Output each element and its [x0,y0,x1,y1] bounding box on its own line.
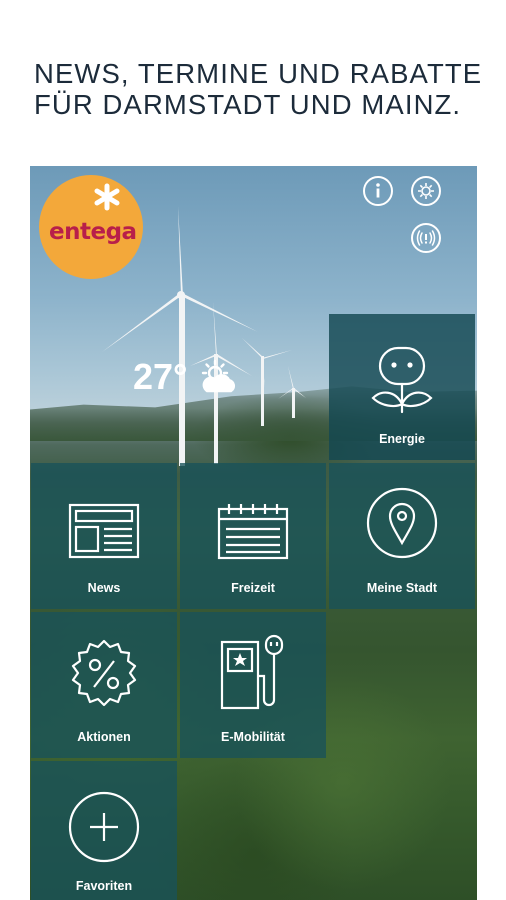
tile-freizeit[interactable]: Freizeit [180,463,326,609]
map-pin-icon [366,487,438,559]
tile-favoriten[interactable]: Favoriten [31,761,177,900]
asterisk-icon [94,183,120,211]
energy-flower-icon [371,346,433,414]
partly-sunny-icon [202,359,236,393]
headline: NEWS, TERMINE UND RABATTE FÜR DARMSTADT … [34,58,494,120]
logo-wordmark: entega [49,219,137,245]
charging-station-icon [220,634,284,710]
info-icon[interactable] [363,176,393,206]
tile-aktionen[interactable]: Aktionen [31,612,177,758]
headline-line-1: NEWS, TERMINE UND RABATTE [34,58,483,89]
settings-icon[interactable] [411,176,441,206]
calendar-icon [217,504,289,560]
tile-label: Energie [379,432,425,446]
tile-label: Freizeit [231,581,275,595]
app-screen: entega 27° Energie News Freizeit Meine S… [30,166,477,900]
newspaper-icon [68,503,140,559]
plus-icon [68,791,140,863]
tile-label: Meine Stadt [366,581,438,595]
weather-widget[interactable]: 27° [133,356,239,398]
tile-label: Aktionen [77,730,131,744]
signal-icon[interactable] [411,223,441,253]
tile-label: News [87,581,121,595]
tile-label: Favoriten [75,879,133,893]
tile-news[interactable]: News [31,463,177,609]
headline-line-2: FÜR DARMSTADT UND MAINZ. [34,89,462,120]
percent-badge-icon [71,639,137,707]
tile-e-mobilitaet[interactable]: E-Mobilität [180,612,326,758]
temperature: 27° [133,356,188,397]
tile-energie[interactable]: Energie [329,314,475,460]
tile-label: E-Mobilität [221,730,285,744]
entega-logo[interactable]: entega [39,175,143,279]
tile-meine-stadt[interactable]: Meine Stadt [329,463,475,609]
